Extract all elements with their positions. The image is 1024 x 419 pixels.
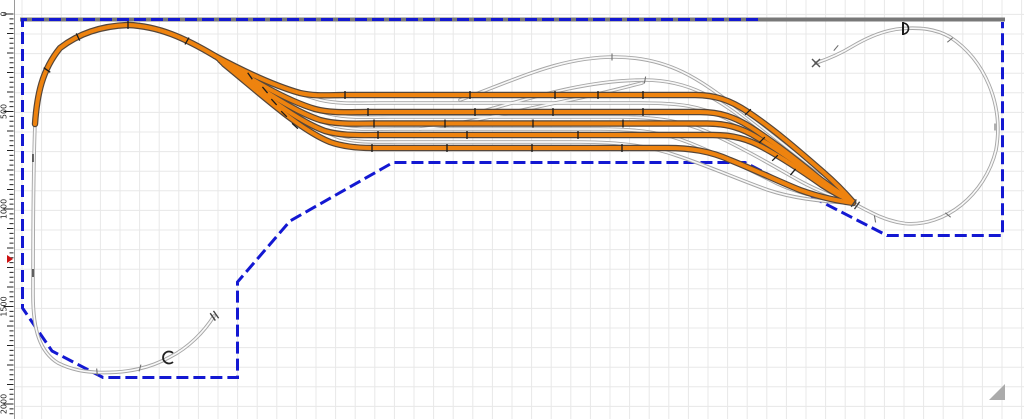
rail-joint [874, 216, 875, 223]
grid-lines [15, 0, 1024, 419]
ruler-label: 2000 [0, 394, 9, 414]
ruler-label: 1000 [0, 199, 9, 219]
rail-joint [790, 169, 795, 175]
track-gray-core-0 [33, 123, 214, 373]
plan-canvas[interactable]: 0 500 1000 1500 2000 [0, 0, 1024, 419]
ruler-label: 0 [0, 11, 9, 16]
rail-joint [97, 369, 98, 376]
ruler-label: 500 [0, 104, 9, 119]
ruler-label: 1500 [0, 296, 9, 316]
rail-joint [644, 77, 645, 84]
rail-joint [834, 45, 838, 50]
layout-svg[interactable]: 0 500 1000 1500 2000 [0, 0, 1024, 419]
track-gray-0[interactable] [33, 123, 214, 373]
